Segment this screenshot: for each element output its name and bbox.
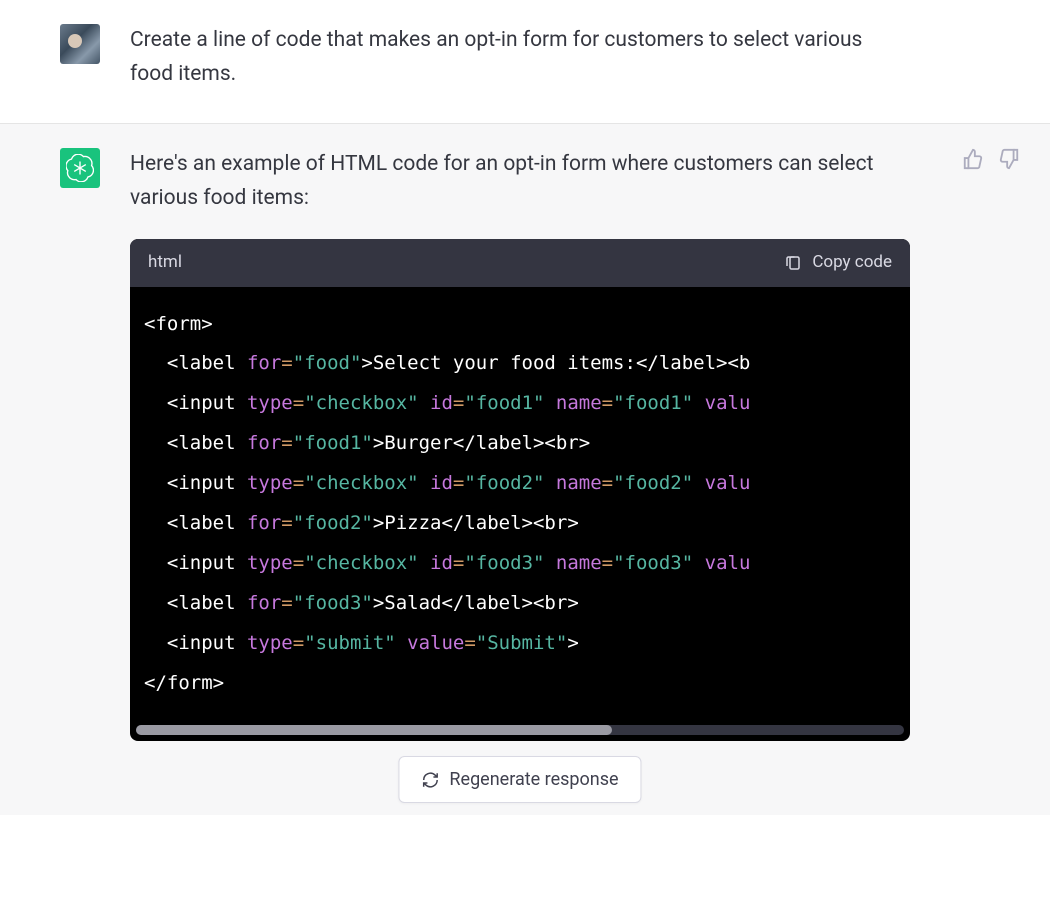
thumbs-up-icon[interactable] [962, 148, 984, 170]
copy-code-label: Copy code [812, 249, 892, 276]
assistant-message-row: Here's an example of HTML code for an op… [0, 124, 1050, 815]
openai-logo-icon [66, 154, 94, 182]
assistant-message-text: Here's an example of HTML code for an op… [130, 148, 910, 741]
code-block-body[interactable]: <form> <label for="food">Select your foo… [130, 287, 910, 726]
regenerate-response-button[interactable]: Regenerate response [398, 756, 641, 803]
feedback-controls [962, 148, 1020, 170]
user-avatar [60, 24, 100, 64]
scrollbar-thumb[interactable] [136, 725, 612, 735]
thumbs-down-icon[interactable] [998, 148, 1020, 170]
regenerate-label: Regenerate response [449, 769, 618, 790]
assistant-avatar [60, 148, 100, 188]
clipboard-icon [784, 254, 802, 272]
code-horizontal-scrollbar[interactable] [136, 725, 904, 735]
user-message-row: Create a line of code that makes an opt-… [0, 0, 1050, 124]
refresh-icon [421, 771, 439, 789]
code-block: html Copy code <form> <label for="food">… [130, 239, 910, 741]
code-language-label: html [148, 249, 182, 276]
code-block-header: html Copy code [130, 239, 910, 286]
user-message-text: Create a line of code that makes an opt-… [130, 24, 910, 99]
copy-code-button[interactable]: Copy code [784, 249, 892, 276]
